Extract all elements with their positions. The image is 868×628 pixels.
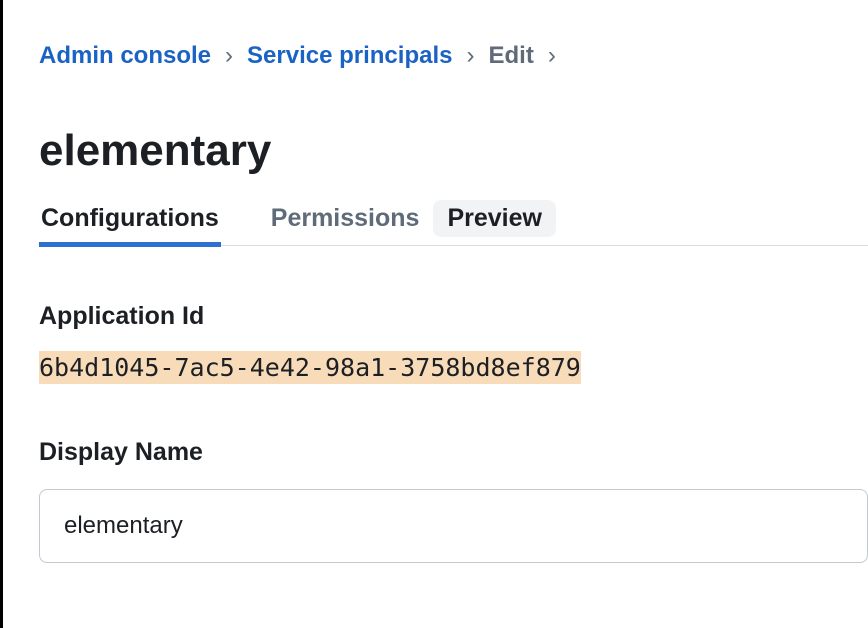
tab-permissions[interactable]: Permissions	[269, 204, 422, 245]
application-id-field: Application Id 6b4d1045-7ac5-4e42-98a1-3…	[39, 302, 868, 382]
breadcrumb-admin-console[interactable]: Admin console	[39, 42, 211, 70]
display-name-input[interactable]	[39, 489, 868, 563]
tab-permissions-group: Permissions Preview	[269, 204, 556, 245]
breadcrumb-edit: Edit	[488, 42, 533, 70]
breadcrumb-service-principals[interactable]: Service principals	[247, 42, 452, 70]
preview-badge: Preview	[433, 200, 556, 237]
chevron-right-icon: ›	[548, 42, 556, 70]
application-id-value: 6b4d1045-7ac5-4e42-98a1-3758bd8ef879	[39, 351, 581, 384]
page-title: elementary	[39, 126, 868, 176]
breadcrumb: Admin console › Service principals › Edi…	[39, 42, 868, 70]
chevron-right-icon: ›	[225, 42, 233, 70]
display-name-field: Display Name	[39, 438, 868, 563]
tabs: Configurations Permissions Preview	[39, 204, 868, 246]
display-name-label: Display Name	[39, 438, 868, 467]
chevron-right-icon: ›	[466, 42, 474, 70]
tab-configurations[interactable]: Configurations	[39, 204, 221, 245]
application-id-label: Application Id	[39, 302, 868, 331]
